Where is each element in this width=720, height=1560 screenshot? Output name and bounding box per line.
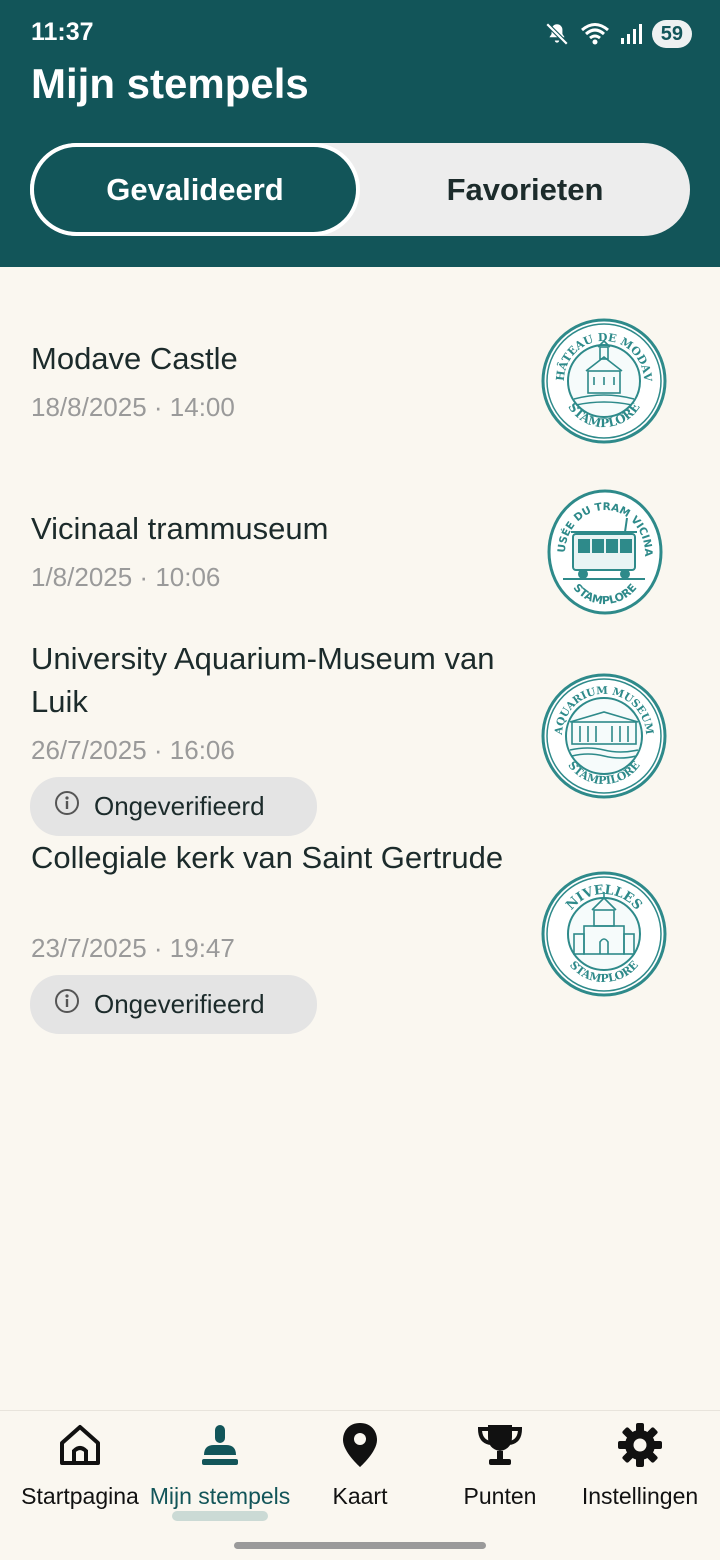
signal-icon bbox=[620, 23, 642, 45]
gesture-bar[interactable] bbox=[234, 1542, 486, 1549]
stamp-image: CHÂTEAU DE MODAVE STAMPLORE bbox=[536, 307, 668, 450]
item-date: 26/7/2025 · 16:06 bbox=[31, 735, 235, 765]
nav-points[interactable]: Punten bbox=[428, 1411, 572, 1531]
item-title: Vicinaal trammuseum bbox=[31, 511, 329, 546]
status-icons: 59 bbox=[544, 18, 692, 50]
info-icon bbox=[54, 790, 80, 823]
nav-home[interactable]: Startpagina bbox=[8, 1411, 152, 1531]
active-tab-indicator bbox=[172, 1511, 268, 1521]
mute-icon bbox=[544, 21, 570, 47]
nav-label: Startpagina bbox=[21, 1483, 139, 1509]
item-date: 1/8/2025 · 10:06 bbox=[31, 562, 221, 592]
stamp-image: AQUARIUM MUSEUM STAMPILORE bbox=[540, 672, 668, 805]
item-title: University Aquarium-Museum van Luik bbox=[31, 641, 495, 719]
badge-label: Ongeverifieerd bbox=[94, 989, 265, 1019]
stamp-list-item[interactable]: Modave Castle 18/8/2025 · 14:00 CHÂTEAU … bbox=[0, 307, 720, 460]
page-title: Mijn stempels bbox=[31, 60, 309, 107]
app-header: 11:37 59 Mijn stempels Gevalideerd Favor… bbox=[0, 0, 720, 267]
tab-validated[interactable]: Gevalideerd bbox=[30, 143, 360, 236]
badge-label: Ongeverifieerd bbox=[94, 791, 265, 821]
tab-favorites[interactable]: Favorieten bbox=[360, 143, 690, 236]
stamp-list-item[interactable]: University Aquarium-Museum van Luik 26/7… bbox=[0, 640, 720, 840]
nav-label: Punten bbox=[463, 1483, 537, 1509]
map-pin-icon bbox=[340, 1421, 380, 1469]
stamp-icon bbox=[196, 1421, 244, 1469]
item-title: Modave Castle bbox=[31, 341, 238, 376]
nav-settings[interactable]: Instellingen bbox=[568, 1411, 712, 1531]
bottom-navigation: Startpagina Mijn stempels Kaart Punten I… bbox=[0, 1410, 720, 1560]
info-icon bbox=[54, 988, 80, 1021]
stamp-image: NIVELLES STAMPLORE bbox=[540, 870, 668, 1003]
nav-label: Mijn stempels bbox=[149, 1483, 291, 1509]
item-date: 23/7/2025 · 19:47 bbox=[31, 933, 235, 963]
battery-indicator: 59 bbox=[651, 20, 692, 48]
home-icon bbox=[56, 1421, 104, 1469]
unverified-badge[interactable]: Ongeverifieerd bbox=[30, 777, 317, 836]
item-title: Collegiale kerk van Saint Gertrude bbox=[31, 840, 504, 875]
gear-icon bbox=[616, 1421, 664, 1469]
nav-label: Instellingen bbox=[581, 1483, 699, 1509]
nav-label: Kaart bbox=[332, 1483, 388, 1509]
stamp-list-item[interactable]: Vicinaal trammuseum 1/8/2025 · 10:06 MUS… bbox=[0, 479, 720, 630]
wifi-icon bbox=[580, 21, 610, 47]
nav-map[interactable]: Kaart bbox=[288, 1411, 432, 1531]
item-date: 18/8/2025 · 14:00 bbox=[31, 392, 235, 422]
stamp-list-item[interactable]: Collegiale kerk van Saint Gertrude 23/7/… bbox=[0, 838, 720, 1038]
stamp-image: MUSÉE DU TRAM VICINAL STAMPLORE bbox=[542, 479, 663, 621]
trophy-icon bbox=[476, 1421, 524, 1469]
status-time: 11:37 bbox=[31, 18, 94, 46]
tab-switcher: Gevalideerd Favorieten bbox=[30, 143, 690, 236]
status-bar: 11:37 59 bbox=[0, 0, 720, 66]
unverified-badge[interactable]: Ongeverifieerd bbox=[30, 975, 317, 1034]
